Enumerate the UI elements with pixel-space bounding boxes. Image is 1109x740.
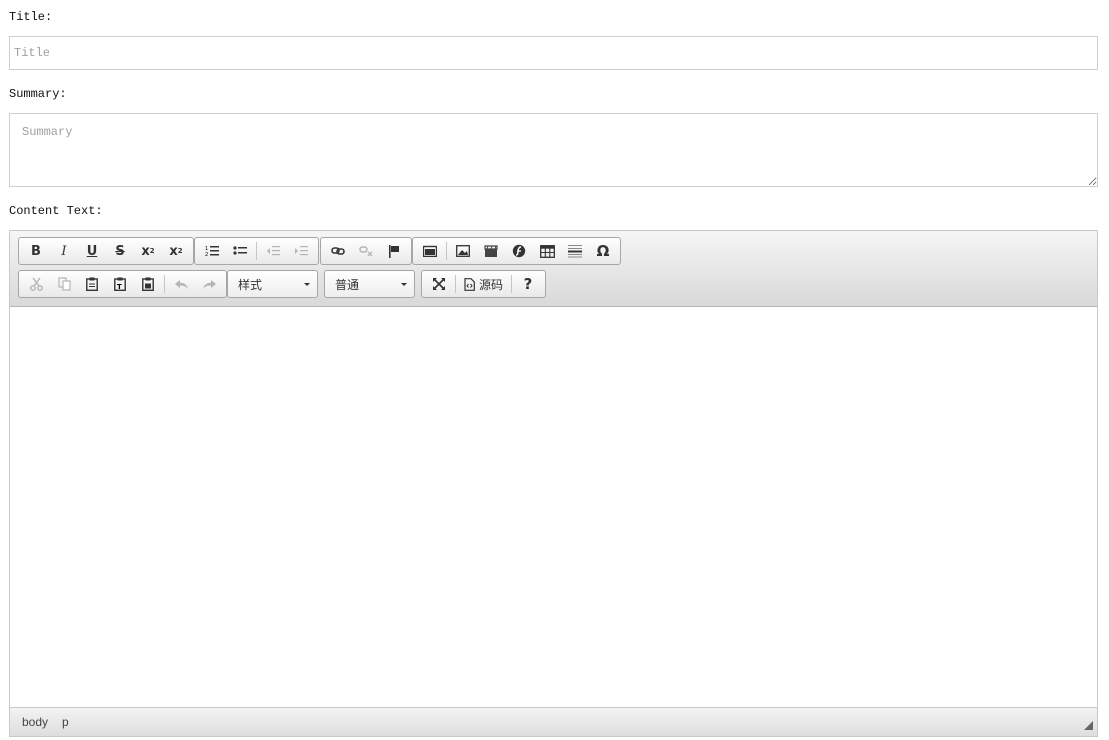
- redo-button[interactable]: [195, 271, 223, 297]
- italic-button[interactable]: I: [50, 238, 78, 264]
- anchor-button[interactable]: [380, 238, 408, 264]
- superscript-mark: 2: [177, 247, 183, 255]
- table-icon: [539, 244, 555, 258]
- styles-dropdown[interactable]: 样式: [227, 270, 318, 298]
- scissors-icon: [29, 277, 43, 291]
- flag-icon: [389, 244, 399, 258]
- chevron-down-icon: [304, 283, 310, 286]
- copy-icon: [57, 277, 71, 291]
- svg-text:T: T: [117, 283, 122, 291]
- links-group: [320, 237, 412, 265]
- image-manager-button[interactable]: [416, 238, 444, 264]
- paste-word-button[interactable]: [134, 271, 162, 297]
- maximize-button[interactable]: [425, 271, 453, 297]
- toolbar-separator: [446, 242, 447, 260]
- numbered-list-icon: 12: [205, 246, 219, 257]
- insert-group: Ω: [412, 237, 621, 265]
- subscript-glyph: x: [141, 243, 150, 259]
- paste-button[interactable]: [78, 271, 106, 297]
- unlink-icon: [359, 246, 373, 256]
- clapperboard-icon: [484, 244, 498, 257]
- bold-button[interactable]: B: [22, 238, 50, 264]
- title-label: Title:: [9, 10, 53, 24]
- title-input[interactable]: [9, 36, 1098, 70]
- toolbar-separator: [455, 275, 456, 293]
- paste-text-button[interactable]: T: [106, 271, 134, 297]
- styles-dropdown-value: 样式: [238, 277, 263, 292]
- copy-button[interactable]: [50, 271, 78, 297]
- svg-text:2: 2: [205, 252, 208, 257]
- paste-text-icon: T: [114, 277, 126, 291]
- help-button[interactable]: ?: [514, 271, 542, 297]
- flash-icon: [512, 244, 526, 258]
- undo-button[interactable]: [167, 271, 195, 297]
- flash-button[interactable]: [505, 238, 533, 264]
- format-dropdown-value: 普通: [335, 277, 360, 292]
- basic-styles-group: B I U S x2 x2: [18, 237, 194, 265]
- resize-handle-icon[interactable]: [1084, 721, 1093, 730]
- bulleted-list-button[interactable]: [226, 238, 254, 264]
- element-path-bar: body p: [10, 707, 1097, 736]
- numbered-list-button[interactable]: 12: [198, 238, 226, 264]
- editor-toolbar: B I U S x2 x2 12 Ω T 样式 普通 源码 ?: [10, 231, 1097, 307]
- path-item-p[interactable]: p: [62, 715, 69, 729]
- content-text-label: Content Text:: [9, 204, 103, 218]
- increase-indent-button[interactable]: [287, 238, 315, 264]
- source-button-label: 源码: [479, 277, 504, 292]
- unlink-button[interactable]: [352, 238, 380, 264]
- image-icon: [456, 245, 470, 257]
- format-dropdown[interactable]: 普通: [324, 270, 415, 298]
- indent-icon: [295, 246, 308, 256]
- paste-word-icon: [142, 277, 154, 291]
- image-button[interactable]: [449, 238, 477, 264]
- toolbar-separator: [164, 275, 165, 293]
- clipboard-icon: [86, 277, 98, 291]
- list-group: 12: [194, 237, 319, 265]
- strikethrough-button[interactable]: S: [106, 238, 134, 264]
- outdent-icon: [267, 246, 280, 256]
- superscript-glyph: x: [169, 243, 178, 259]
- link-button[interactable]: [324, 238, 352, 264]
- cut-button[interactable]: [22, 271, 50, 297]
- tools-group: 源码 ?: [421, 270, 547, 298]
- source-icon: [464, 277, 475, 291]
- summary-label: Summary:: [9, 87, 67, 101]
- subscript-button[interactable]: x2: [134, 238, 162, 264]
- undo-icon: [174, 279, 188, 289]
- bulleted-list-icon: [233, 246, 247, 255]
- link-icon: [331, 247, 345, 255]
- editor-content-area[interactable]: [10, 307, 1097, 707]
- maximize-icon: [433, 278, 445, 290]
- toolbar-separator: [511, 275, 513, 293]
- horizontal-rule-icon: [568, 245, 582, 258]
- summary-textarea[interactable]: [9, 113, 1098, 187]
- decrease-indent-button[interactable]: [259, 238, 287, 264]
- horizontal-rule-button[interactable]: [561, 238, 589, 264]
- video-button[interactable]: [477, 238, 505, 264]
- source-button[interactable]: 源码: [458, 271, 509, 297]
- redo-icon: [202, 279, 216, 289]
- photo-folder-icon: [423, 245, 437, 257]
- path-item-body[interactable]: body: [22, 715, 48, 729]
- underline-button[interactable]: U: [78, 238, 106, 264]
- superscript-button[interactable]: x2: [162, 238, 190, 264]
- rich-text-editor: B I U S x2 x2 12 Ω T 样式 普通 源码 ? body p: [9, 230, 1098, 737]
- table-button[interactable]: [533, 238, 561, 264]
- subscript-mark: 2: [149, 247, 155, 255]
- toolbar-separator: [256, 242, 257, 260]
- clipboard-group: T: [18, 270, 227, 298]
- chevron-down-icon: [401, 283, 407, 286]
- special-char-button[interactable]: Ω: [589, 238, 617, 264]
